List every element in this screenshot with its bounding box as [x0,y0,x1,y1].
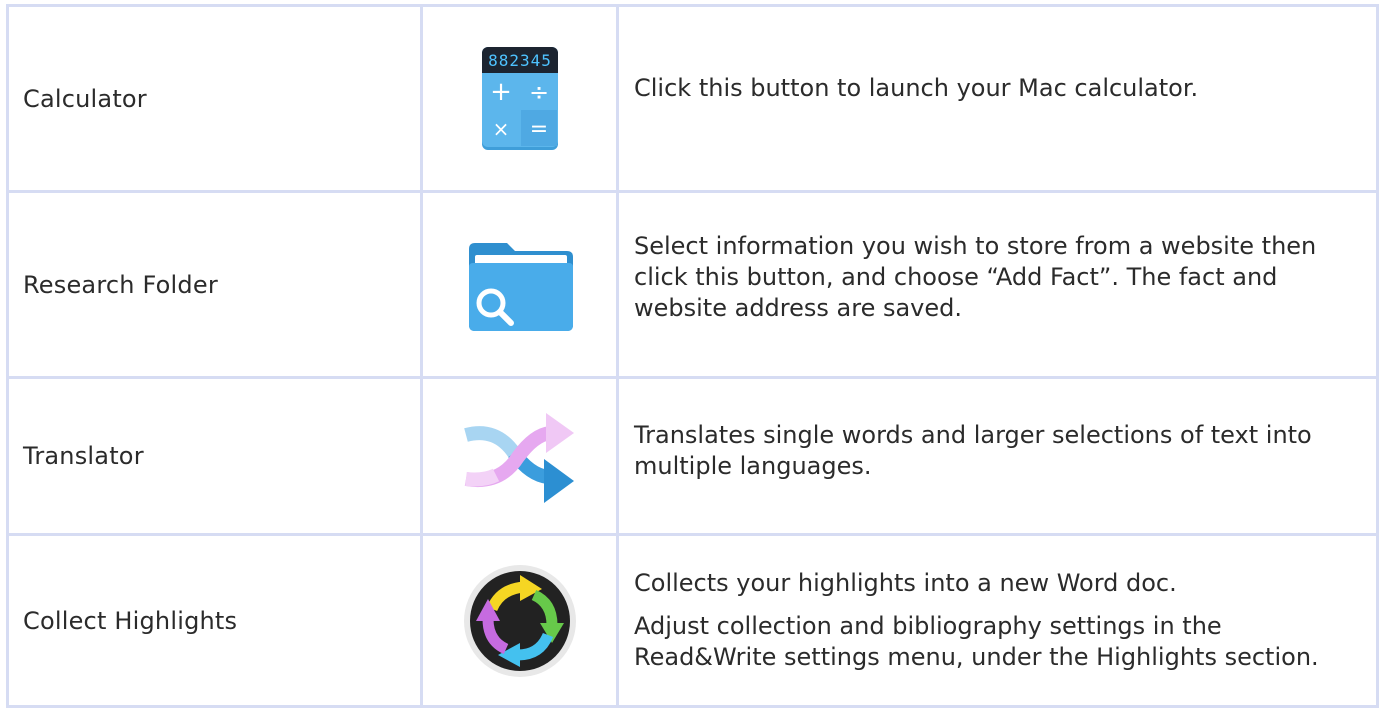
svg-text:×: × [492,117,509,141]
tool-icon-cell [420,376,619,536]
research-folder-icon[interactable] [465,237,575,333]
tool-description: Click this button to launch your Mac cal… [616,4,1379,193]
tool-icon-cell [420,190,619,379]
tool-icon-cell [420,533,619,708]
svg-text:=: = [529,117,547,142]
svg-text:+: + [490,77,512,107]
table-row: Calculator 882345 + ÷ × = Click this but… [6,4,1379,193]
description-text: Adjust collection and bibliography setti… [634,612,1319,671]
table-row: Collect Highlights Collects your highlig… [6,533,1379,708]
tool-icon-cell: 882345 + ÷ × = [420,4,619,193]
table-row: Translator Translates single words and l… [6,376,1379,536]
tool-name-collect-highlights: Collect Highlights [6,533,423,708]
translator-icon[interactable] [463,407,576,505]
tool-name-calculator: Calculator [6,4,423,193]
tool-description: Translates single words and larger selec… [616,376,1379,536]
collect-highlights-icon[interactable] [462,563,578,679]
tool-description: Collects your highlights into a new Word… [616,533,1379,708]
tools-table: Calculator 882345 + ÷ × = Click this but… [6,4,1379,708]
tool-name-translator: Translator [6,376,423,536]
calculator-display: 882345 [488,51,552,70]
description-text: Collects your highlights into a new Word… [634,569,1177,597]
tool-name-research-folder: Research Folder [6,190,423,379]
description-text: Click this button to launch your Mac cal… [634,74,1199,102]
svg-text:÷: ÷ [528,78,548,106]
calculator-icon[interactable]: 882345 + ÷ × = [481,46,559,152]
description-text: Translates single words and larger selec… [634,421,1312,480]
table-row: Research Folder Select information you w… [6,190,1379,379]
description-text: Select information you wish to store fro… [634,232,1317,322]
tool-description: Select information you wish to store fro… [616,190,1379,379]
